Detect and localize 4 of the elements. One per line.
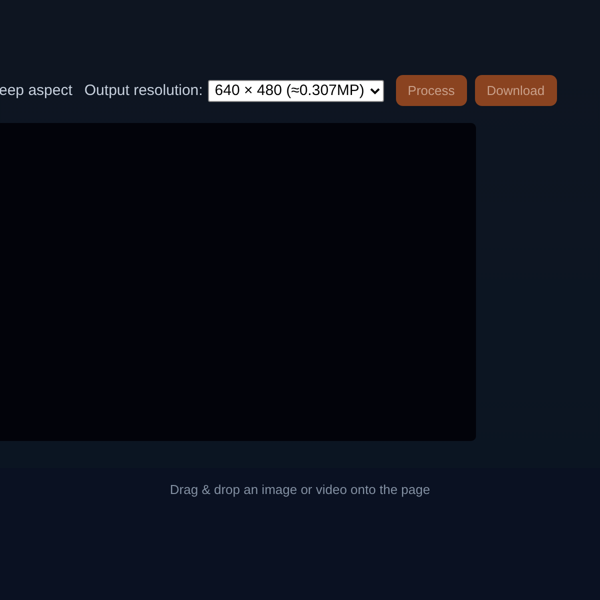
output-resolution-label: Output resolution: [84, 82, 203, 99]
resolution-select[interactable]: 640 × 480 (≈0.307MP) [208, 80, 384, 102]
drag-drop-hint: Drag & drop an image or video onto the page [168, 482, 432, 497]
keep-aspect-label: eep aspect [0, 82, 72, 99]
